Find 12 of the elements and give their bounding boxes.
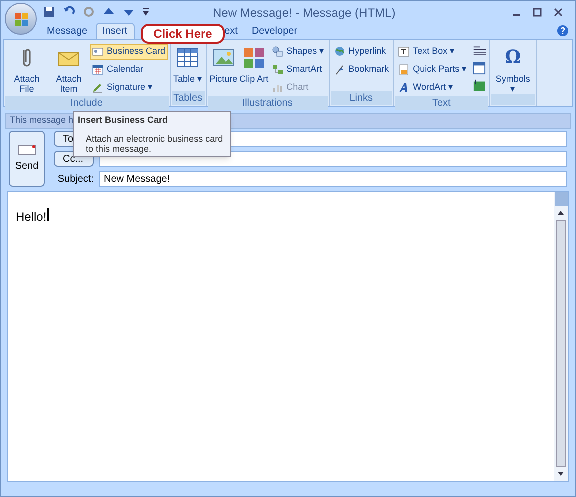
group-label: Include [70, 96, 103, 110]
window-title: New Message! - Message (HTML) [213, 5, 396, 22]
group-label: Links [350, 92, 374, 106]
field-label: Subject: [56, 172, 94, 186]
tooltip-title: Insert Business Card [78, 114, 170, 127]
group-label: Tables [174, 92, 202, 106]
omega-icon: Ω [501, 46, 526, 70]
click-here-callout: Click Here [141, 24, 225, 44]
group-label: Illustrations [242, 96, 293, 110]
tooltip-text: Attach an electronic business card to this message. [85, 134, 224, 154]
info-bar-text: This message h [10, 114, 74, 128]
group-label: Text [432, 96, 451, 110]
